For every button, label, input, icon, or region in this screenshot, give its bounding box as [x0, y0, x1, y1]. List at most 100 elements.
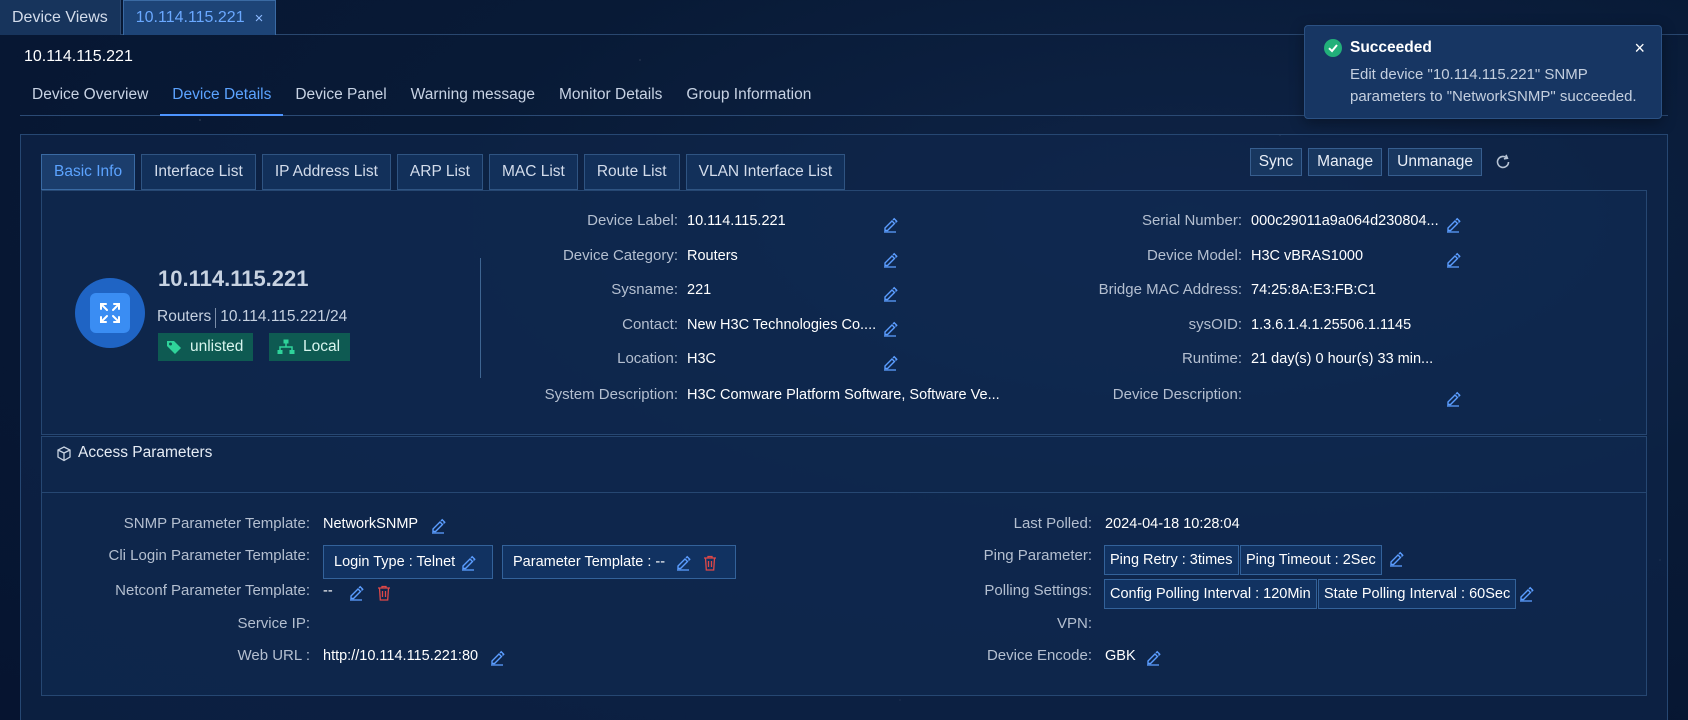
tag-label: unlisted	[190, 338, 244, 355]
field-value: Routers	[687, 248, 738, 264]
ping-retry-chip: Ping Retry : 3times	[1104, 545, 1239, 575]
field-label: Serial Number:	[1141, 212, 1242, 229]
subtab-device-panel[interactable]: Device Panel	[283, 86, 398, 116]
field-value: H3C	[687, 351, 717, 367]
last-polled-label: Last Polled:	[1013, 515, 1092, 532]
field-label: Device Description:	[1112, 386, 1242, 403]
field-label: Bridge MAC Address:	[1098, 281, 1242, 298]
device-avatar	[75, 278, 145, 348]
vpn-label: VPN:	[1056, 615, 1092, 632]
cube-icon	[57, 446, 71, 462]
edit-icon[interactable]	[675, 555, 691, 571]
edit-icon[interactable]	[348, 585, 364, 601]
tab-basic-info[interactable]: Basic Info	[41, 154, 136, 190]
cli-param-template-chip: Parameter Template : --	[502, 545, 736, 579]
tab-route-list[interactable]: Route List	[583, 154, 680, 190]
edit-icon[interactable]	[882, 217, 898, 233]
divider	[480, 258, 481, 378]
field-value: New H3C Technologies Co....	[687, 317, 877, 333]
trash-icon[interactable]	[703, 555, 717, 571]
tag-unlisted[interactable]: unlisted	[158, 333, 254, 361]
subtab-device-overview[interactable]: Device Overview	[20, 86, 160, 116]
ping-timeout-chip: Ping Timeout : 2Sec	[1240, 545, 1382, 575]
field-value: 74:25:8A:E3:FB:C1	[1251, 282, 1376, 298]
subtab-monitor-details[interactable]: Monitor Details	[547, 86, 674, 116]
tab-label: 10.114.115.221	[135, 9, 245, 26]
tab-device-views[interactable]: Device Views	[0, 0, 121, 35]
edit-icon[interactable]	[460, 555, 476, 571]
device-encode-value: GBK	[1105, 648, 1136, 664]
field-value: 1.3.6.1.4.1.25506.1.1145	[1251, 317, 1412, 333]
device-subtitle: Routers 10.114.115.221/24	[157, 308, 347, 328]
router-icon	[90, 293, 130, 333]
field-value: 21 day(s) 0 hour(s) 33 min...	[1251, 351, 1434, 367]
netconf-template-label: Netconf Parameter Template:	[115, 582, 310, 599]
edit-icon[interactable]	[1518, 586, 1534, 602]
edit-icon[interactable]	[882, 252, 898, 268]
field-label: Contact:	[622, 316, 678, 333]
subtab-warning-message[interactable]: Warning message	[399, 86, 547, 116]
state-polling-chip: State Polling Interval : 60Sec	[1318, 579, 1517, 609]
field-label: Sysname:	[611, 281, 678, 298]
tab-mac-list[interactable]: MAC List	[488, 154, 578, 190]
cli-login-type-value: Login Type : Telnet	[334, 554, 456, 570]
tag-local[interactable]: Local	[269, 333, 351, 361]
edit-icon[interactable]	[882, 355, 898, 371]
device-category: Routers	[157, 308, 212, 325]
field-value: H3C vBRAS1000	[1251, 248, 1364, 264]
unmanage-button[interactable]: Unmanage	[1388, 148, 1482, 176]
field-value: 221	[687, 282, 712, 298]
tab-interface-list[interactable]: Interface List	[141, 154, 256, 190]
edit-icon[interactable]	[489, 650, 505, 666]
field-value: 10.114.115.221	[687, 213, 786, 229]
web-url-value[interactable]: http://10.114.115.221:80	[323, 648, 478, 664]
tab-device-detail[interactable]: 10.114.115.221 ×	[122, 0, 277, 35]
device-actions: Sync Manage Unmanage	[1249, 148, 1512, 176]
snmp-template-value: NetworkSNMP	[323, 516, 419, 532]
device-name: 10.114.115.221	[158, 266, 309, 291]
edit-icon[interactable]	[882, 286, 898, 302]
field-label: Device Label:	[587, 212, 678, 229]
service-ip-label: Service IP:	[237, 615, 310, 632]
ping-parameter-label: Ping Parameter:	[983, 547, 1092, 564]
tag-label: Local	[303, 338, 341, 355]
field-label: Runtime:	[1181, 350, 1242, 367]
access-parameters-title: Access Parameters	[78, 444, 213, 461]
netconf-template-value: --	[323, 583, 333, 599]
manage-button[interactable]: Manage	[1308, 148, 1383, 176]
field-value: 000c29011a9a064d230804...	[1251, 213, 1439, 229]
tag-icon	[167, 341, 181, 354]
cli-param-template-value: Parameter Template : --	[513, 554, 666, 570]
divider	[215, 308, 217, 328]
success-toast: Succeeded Edit device "10.114.115.221" S…	[1304, 25, 1662, 119]
tab-arp-list[interactable]: ARP List	[396, 154, 483, 190]
access-parameters-header	[41, 436, 1647, 493]
close-icon[interactable]: ×	[1634, 38, 1645, 59]
edit-icon[interactable]	[1145, 650, 1161, 666]
device-ip-mask: 10.114.115.221/24	[220, 308, 348, 325]
web-url-label: Web URL :	[237, 647, 310, 664]
edit-icon[interactable]	[1445, 391, 1461, 407]
cli-login-type-chip: Login Type : Telnet	[323, 545, 493, 579]
edit-icon[interactable]	[430, 518, 446, 534]
tab-vlan-interface-list[interactable]: VLAN Interface List	[685, 154, 846, 190]
refresh-icon[interactable]	[1494, 153, 1512, 171]
sync-button[interactable]: Sync	[1249, 148, 1303, 176]
hierarchy-icon	[277, 339, 295, 354]
config-polling-chip: Config Polling Interval : 120Min	[1104, 579, 1317, 609]
edit-icon[interactable]	[1388, 551, 1404, 567]
page-title: 10.114.115.221	[24, 48, 133, 65]
edit-icon[interactable]	[1445, 217, 1461, 233]
check-circle-icon	[1324, 39, 1342, 57]
subtab-group-information[interactable]: Group Information	[674, 86, 823, 116]
device-encode-label: Device Encode:	[986, 647, 1092, 664]
close-icon[interactable]: ×	[255, 10, 264, 27]
edit-icon[interactable]	[882, 321, 898, 337]
field-label: System Description:	[544, 386, 678, 403]
tab-ip-address-list[interactable]: IP Address List	[261, 154, 391, 190]
subtab-device-details[interactable]: Device Details	[160, 86, 284, 116]
last-polled-value: 2024-04-18 10:28:04	[1105, 516, 1240, 532]
edit-icon[interactable]	[1445, 252, 1461, 268]
trash-icon[interactable]	[377, 585, 391, 601]
field-label: Device Category:	[562, 247, 678, 264]
